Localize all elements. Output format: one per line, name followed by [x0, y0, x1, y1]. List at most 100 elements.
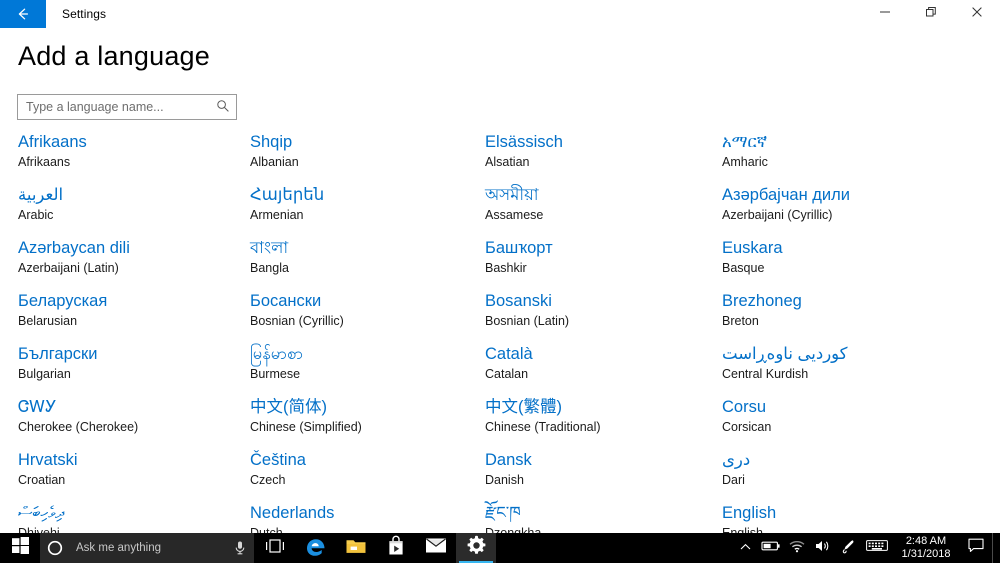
- microphone-icon[interactable]: [226, 540, 254, 556]
- language-english-name: Croatian: [18, 473, 66, 487]
- language-item[interactable]: English English: [722, 501, 1000, 533]
- language-list: Afrikaans Afrikaans Shqip Albanian Elsässisc…: [0, 130, 1000, 533]
- language-item[interactable]: Shqip Albanian: [250, 130, 485, 183]
- cortana-search-box[interactable]: Ask me anything: [40, 533, 254, 563]
- battery-button[interactable]: [758, 533, 784, 563]
- language-item[interactable]: 中文(繁體) Chinese (Traditional): [485, 395, 722, 448]
- language-native-name: አማርኛ: [722, 133, 768, 151]
- close-icon: [971, 5, 983, 23]
- language-item[interactable]: Català Catalan: [485, 342, 722, 395]
- language-native-name: Башҡорт: [485, 239, 553, 257]
- language-english-name: Dzongkha: [485, 526, 542, 533]
- taskbar-item-edge[interactable]: [296, 533, 336, 563]
- search-icon: [216, 99, 230, 116]
- language-item[interactable]: کوردیی ناوەڕاست Central Kurdish: [722, 342, 1000, 395]
- language-item[interactable]: Беларуская Belarusian: [18, 289, 250, 342]
- language-item[interactable]: አማርኛ Amharic: [722, 130, 1000, 183]
- language-english-name: Dari: [722, 473, 745, 487]
- language-item[interactable]: ᏣᎳᎩ Cherokee (Cherokee): [18, 395, 250, 448]
- restore-button[interactable]: [908, 0, 954, 28]
- language-english-name: Assamese: [485, 208, 544, 222]
- minimize-button[interactable]: [862, 0, 908, 28]
- language-item[interactable]: Bosanski Bosnian (Latin): [485, 289, 722, 342]
- language-item[interactable]: Azərbaycan dili Azerbaijani (Latin): [18, 236, 250, 289]
- action-center-button[interactable]: [960, 533, 992, 563]
- taskbar-item-mail[interactable]: [416, 533, 456, 563]
- language-english-name: Arabic: [18, 208, 54, 222]
- language-english-name: Chinese (Traditional): [485, 420, 601, 434]
- task-view-button[interactable]: [254, 533, 296, 563]
- language-item[interactable]: Afrikaans Afrikaans: [18, 130, 250, 183]
- language-native-name: Afrikaans: [18, 133, 87, 151]
- taskbar-item-settings[interactable]: [456, 533, 496, 563]
- language-native-name: Elsässisch: [485, 133, 563, 151]
- windows-ink-button[interactable]: [836, 533, 862, 563]
- language-item[interactable]: العربية Arabic: [18, 183, 250, 236]
- language-item[interactable]: Հայերեն Armenian: [250, 183, 485, 236]
- language-native-name: ᏣᎳᎩ: [18, 398, 57, 416]
- language-item[interactable]: Босански Bosnian (Cyrillic): [250, 289, 485, 342]
- language-native-name: ދިވެހިބަސް: [18, 504, 65, 522]
- page-title: Add a language: [18, 41, 210, 71]
- language-english-name: Chinese (Simplified): [250, 420, 362, 434]
- task-view-icon: [265, 538, 285, 559]
- restore-icon: [925, 5, 937, 23]
- language-english-name: Basque: [722, 261, 765, 275]
- language-english-name: Alsatian: [485, 155, 530, 169]
- language-english-name: English: [722, 526, 763, 533]
- back-button[interactable]: [0, 0, 46, 28]
- language-item[interactable]: Азәрбајчан дили Azerbaijani (Cyrillic): [722, 183, 1000, 236]
- action-center-icon: [968, 538, 984, 558]
- touch-keyboard-button[interactable]: [862, 533, 892, 563]
- language-english-name: Amharic: [722, 155, 768, 169]
- cortana-placeholder: Ask me anything: [76, 542, 162, 554]
- language-english-name: Bosnian (Cyrillic): [250, 314, 344, 328]
- language-english-name: Bashkir: [485, 261, 527, 275]
- language-item[interactable]: Български Bulgarian: [18, 342, 250, 395]
- language-item[interactable]: অসমীয়া Assamese: [485, 183, 722, 236]
- language-native-name: 中文(繁體): [485, 398, 562, 416]
- language-english-name: Dhivehi: [18, 526, 60, 533]
- language-item[interactable]: ދިވެހިބަސް Dhivehi: [18, 501, 250, 533]
- language-english-name: Burmese: [250, 367, 301, 381]
- language-item[interactable]: Elsässisch Alsatian: [485, 130, 722, 183]
- show-hidden-icons-button[interactable]: [732, 533, 758, 563]
- settings-window: Settings Add a language Type a language …: [0, 0, 1000, 563]
- taskbar-item-file-explorer[interactable]: [336, 533, 376, 563]
- close-button[interactable]: [954, 0, 1000, 28]
- network-button[interactable]: [784, 533, 810, 563]
- show-desktop-button[interactable]: [992, 533, 998, 563]
- language-item[interactable]: Hrvatski Croatian: [18, 448, 250, 501]
- start-button[interactable]: [0, 533, 40, 563]
- search-button[interactable]: [210, 95, 236, 119]
- language-item[interactable]: Nederlands Dutch: [250, 501, 485, 533]
- language-item[interactable]: Башҡорт Bashkir: [485, 236, 722, 289]
- volume-button[interactable]: [810, 533, 836, 563]
- language-item[interactable]: 中文(简体) Chinese (Simplified): [250, 395, 485, 448]
- language-item[interactable]: Brezhoneg Breton: [722, 289, 1000, 342]
- clock-button[interactable]: 2:48 AM 1/31/2018: [892, 533, 960, 563]
- language-item[interactable]: دری Dari: [722, 448, 1000, 501]
- language-item[interactable]: Euskara Basque: [722, 236, 1000, 289]
- language-item[interactable]: বাংলা Bangla: [250, 236, 485, 289]
- language-native-name: دری: [722, 451, 751, 469]
- language-item[interactable]: Dansk Danish: [485, 448, 722, 501]
- window-caption-buttons: [862, 0, 1000, 28]
- language-native-name: Босански: [250, 292, 322, 310]
- language-item[interactable]: Čeština Czech: [250, 448, 485, 501]
- search-input[interactable]: [18, 95, 210, 119]
- clock-date: 1/31/2018: [901, 548, 951, 560]
- language-item[interactable]: မြန်မာစာ Burmese: [250, 342, 485, 395]
- language-search-box[interactable]: [17, 94, 237, 120]
- windows-ink-icon: [841, 538, 857, 559]
- touch-keyboard-icon: [866, 539, 888, 557]
- language-native-name: Հայերեն: [250, 186, 325, 204]
- language-item[interactable]: Corsu Corsican: [722, 395, 1000, 448]
- language-english-name: Bangla: [250, 261, 289, 275]
- speaker-icon: [814, 539, 832, 558]
- language-item[interactable]: རྫོང་ཁ Dzongkha: [485, 501, 722, 533]
- language-english-name: Azerbaijani (Latin): [18, 261, 119, 275]
- taskbar-item-microsoft-store[interactable]: [376, 533, 416, 563]
- battery-icon: [761, 539, 781, 557]
- language-native-name: العربية: [18, 186, 64, 204]
